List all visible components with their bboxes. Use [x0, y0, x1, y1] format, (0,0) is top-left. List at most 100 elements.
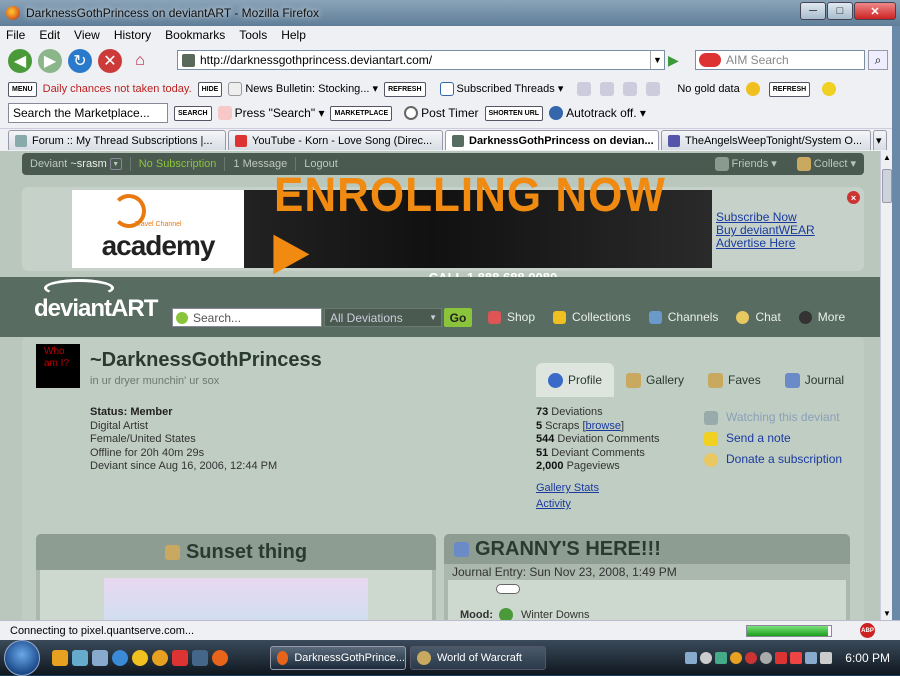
forward-arrow-icon[interactable]: ▶ — [38, 49, 62, 73]
toolbar-tool-icon[interactable] — [646, 82, 660, 96]
firefox-icon[interactable] — [212, 650, 228, 666]
menu-bookmarks[interactable]: Bookmarks — [165, 28, 225, 42]
watch-action[interactable]: Watching this deviant — [704, 407, 842, 428]
app-icon[interactable] — [152, 650, 168, 666]
subscribed-threads-dropdown[interactable]: Subscribed Threads ▾ — [440, 82, 564, 96]
toolbar-tool-icon[interactable] — [623, 82, 637, 96]
nav-collections[interactable]: Collections — [553, 310, 631, 324]
app-icon[interactable] — [192, 650, 208, 666]
home-icon[interactable]: ⌂ — [128, 49, 152, 73]
tab-youtube[interactable]: YouTube - Korn - Love Song (Direc... — [228, 130, 443, 150]
tray-icon[interactable] — [760, 652, 772, 664]
nav-channels[interactable]: Channels — [649, 310, 719, 324]
menu-help[interactable]: Help — [281, 28, 306, 42]
go-arrow-icon[interactable]: ▶ — [668, 52, 679, 69]
user-dropdown-icon[interactable]: ▼ — [110, 158, 122, 170]
tab-profile[interactable]: Profile — [536, 363, 614, 397]
minimize-button[interactable]: ─ — [800, 2, 826, 20]
page-scrollbar[interactable]: ▲ ▼ — [880, 151, 892, 620]
nav-chat[interactable]: Chat — [736, 310, 780, 324]
scroll-down-icon[interactable]: ▼ — [883, 609, 891, 618]
tab-journal[interactable]: Journal — [773, 363, 856, 397]
url-bar[interactable]: http://darknessgothprincess.deviantart.c… — [177, 50, 665, 70]
scroll-up-icon[interactable]: ▲ — [883, 153, 891, 162]
marketplace-search-button[interactable]: SEARCH — [174, 106, 212, 121]
hide-button[interactable]: HIDE — [198, 82, 223, 97]
tab-angelsweep[interactable]: TheAngelsWeepTonight/System O... — [661, 130, 871, 150]
maximize-button[interactable]: □ — [827, 2, 853, 20]
marketplace-search-input[interactable]: Search the Marketplace... — [8, 103, 168, 123]
gallery-stats-link[interactable]: Gallery Stats — [536, 480, 599, 496]
close-button[interactable]: ✕ — [854, 2, 896, 20]
toolbar-tool-icon[interactable] — [577, 82, 591, 96]
subscription-link[interactable]: No Subscription — [139, 158, 217, 170]
network-icon[interactable] — [805, 652, 817, 664]
donate-action[interactable]: Donate a subscription — [704, 449, 842, 470]
shorten-url-button[interactable]: SHORTEN URL — [485, 106, 544, 121]
menu-history[interactable]: History — [114, 28, 151, 42]
reload-icon[interactable]: ↻ — [68, 49, 92, 73]
tab-list-button[interactable]: ▾ — [873, 130, 887, 150]
task-wow[interactable]: World of Warcraft — [410, 646, 546, 670]
tray-icon[interactable] — [685, 652, 697, 664]
tab-gallery[interactable]: Gallery — [614, 363, 696, 397]
task-firefox[interactable]: DarknessGothPrince... — [270, 646, 406, 670]
post-timer-button[interactable]: Post Timer — [404, 106, 478, 121]
toolbar-tool-icon[interactable] — [600, 82, 614, 96]
send-note-action[interactable]: Send a note — [704, 428, 842, 449]
aim-icon[interactable] — [172, 650, 188, 666]
search-input[interactable]: AIM Search — [695, 50, 865, 70]
refresh-button-2[interactable]: REFRESH — [769, 82, 810, 97]
nav-shop[interactable]: Shop — [488, 310, 535, 324]
tab-forum[interactable]: Forum :: My Thread Subscriptions |... — [8, 130, 226, 150]
search-engine-icon[interactable] — [699, 53, 721, 67]
username-link[interactable]: ~srasm — [70, 158, 106, 170]
tray-icon[interactable] — [700, 652, 712, 664]
tray-icon[interactable] — [790, 652, 802, 664]
start-button[interactable] — [4, 640, 40, 676]
close-ad-icon[interactable]: × — [847, 191, 860, 204]
tab-faves[interactable]: Faves — [696, 363, 773, 397]
back-arrow-icon[interactable]: ◀ — [8, 49, 32, 73]
tray-icon[interactable] — [745, 652, 757, 664]
smiley-icon[interactable] — [822, 82, 836, 96]
category-select[interactable]: All Deviations ▼ — [324, 308, 442, 327]
volume-icon[interactable] — [820, 652, 832, 664]
tab-deviantart[interactable]: DarknessGothPrincess on devian...✕ — [445, 130, 659, 150]
menu-view[interactable]: View — [74, 28, 100, 42]
deviantart-logo[interactable]: deviantART — [34, 279, 157, 323]
menu-edit[interactable]: Edit — [39, 28, 60, 42]
ad-banner[interactable]: Travel Channel academy ENROLLING NOW ▶ C… — [72, 190, 712, 268]
press-search-dropdown[interactable]: Press "Search" ▾ — [218, 106, 325, 121]
journal-title[interactable]: GRANNY'S HERE!!! — [475, 538, 661, 561]
deviation-thumbnail[interactable] — [104, 578, 368, 620]
deviation-title[interactable]: Sunset thing — [186, 541, 307, 564]
ie-icon[interactable] — [112, 650, 128, 666]
scroll-thumb[interactable] — [882, 169, 892, 203]
tray-icon[interactable] — [775, 652, 787, 664]
url-dropdown-icon[interactable]: ▼ — [650, 51, 664, 69]
da-search-input[interactable]: Search... — [172, 308, 322, 327]
search-icon[interactable]: ⌕ — [868, 50, 888, 70]
desktop-icon[interactable] — [72, 650, 88, 666]
refresh-button[interactable]: REFRESH — [384, 82, 425, 97]
menu-button[interactable]: MENU — [8, 82, 37, 97]
marketplace-button[interactable]: MARKETPLACE — [330, 106, 392, 121]
menu-file[interactable]: File — [6, 28, 25, 42]
activity-link[interactable]: Activity — [536, 496, 599, 512]
news-bulletin-dropdown[interactable]: News Bulletin: Stocking... ▾ — [228, 82, 378, 96]
collect-menu[interactable]: Collect ▾ — [797, 157, 856, 171]
nav-more[interactable]: More — [799, 310, 845, 324]
friends-menu[interactable]: Friends ▾ — [715, 157, 777, 171]
clock[interactable]: 6:00 PM — [845, 651, 890, 665]
autotrack-dropdown[interactable]: Autotrack off. ▾ — [549, 106, 646, 121]
browse-scraps-link[interactable]: browse — [586, 420, 621, 432]
media-icon[interactable] — [52, 650, 68, 666]
stop-icon[interactable]: ✕ — [98, 49, 122, 73]
messenger-icon[interactable] — [132, 650, 148, 666]
window-switch-icon[interactable] — [92, 650, 108, 666]
avatar[interactable]: Who am I? — [36, 344, 80, 388]
go-button[interactable]: Go — [444, 308, 472, 327]
advertise-here-link[interactable]: Advertise Here — [716, 237, 815, 250]
adblock-icon[interactable]: ABP — [860, 623, 875, 638]
